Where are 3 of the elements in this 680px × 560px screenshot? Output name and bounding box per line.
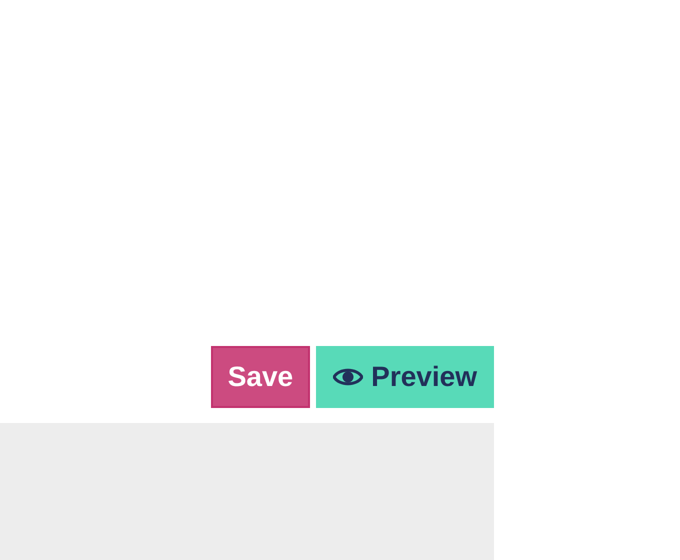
save-button[interactable]: Save xyxy=(210,346,310,408)
eye-icon xyxy=(333,366,364,388)
preview-button[interactable]: Preview xyxy=(316,346,494,408)
